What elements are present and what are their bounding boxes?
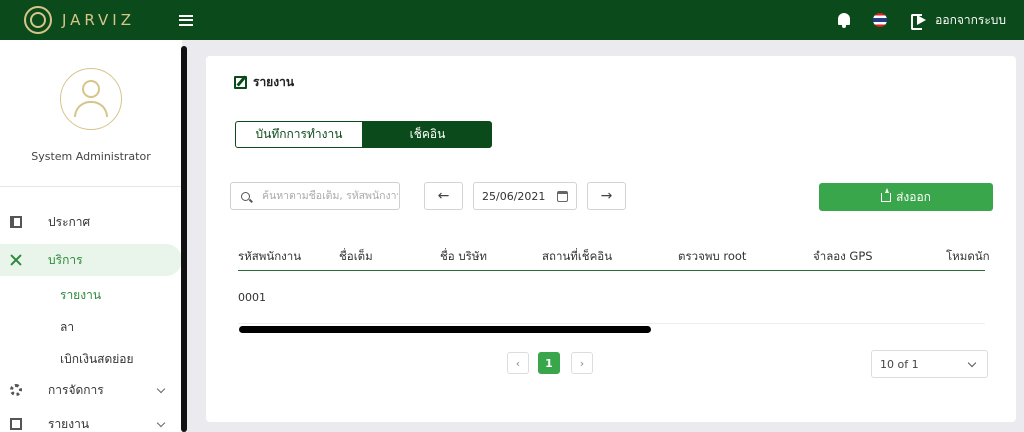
logout-label: ออกจากระบบ [935,12,1006,27]
user-name: System Administrator [31,150,151,163]
previous-date-button[interactable]: ← [424,182,463,210]
column-header[interactable]: จำลอง GPS [813,248,873,266]
sidebar-subitem-petty-cash[interactable]: เบิกเงินสดย่อย [60,350,134,369]
news-icon [10,216,22,228]
edit-report-icon [234,76,247,89]
sidebar-item-services[interactable]: บริการ [0,244,182,276]
previous-page-button[interactable]: ‹ [507,352,529,374]
sidebar-item-reports[interactable]: รายงาน [0,408,182,432]
sidebar-item-label: ประกาศ [48,214,91,229]
menu-toggle-icon[interactable] [178,14,193,26]
sidebar-subitem-report[interactable]: รายงาน [60,286,101,305]
column-header[interactable]: สถานที่เช็คอิน [542,248,612,266]
sidebar-item-management[interactable]: การจัดการ [0,374,182,406]
sidebar-item-label: การจัดการ [48,382,104,397]
calendar-icon [557,191,568,202]
page-size-select[interactable]: 10 of 1 [871,350,988,378]
export-icon [881,187,892,202]
date-value: 25/06/2021 [482,189,546,203]
arrow-left-icon: ← [437,188,450,204]
page-title-text: รายงาน [253,75,295,89]
search-box [230,182,400,210]
arrow-right-icon: → [600,188,613,204]
logo[interactable]: JARVIZ [24,6,135,34]
sidebar-item-label: บริการ [48,252,83,267]
page-size-value: 10 of 1 [880,357,919,371]
sidebar-item-announcements[interactable]: ประกาศ [0,206,182,238]
date-picker[interactable]: 25/06/2021 [473,182,577,210]
export-button[interactable]: ส่งออก [819,183,993,211]
page-title: รายงาน [234,73,294,92]
tab-work-log[interactable]: บันทึกการทำงาน [235,121,363,148]
gear-icon [10,384,22,396]
report-icon [10,418,22,430]
column-header[interactable]: โหมดนัก [946,248,990,266]
sidebar-divider [0,186,182,187]
sidebar-scrollbar[interactable] [181,46,187,432]
bell-icon[interactable] [837,12,851,28]
logout-icon [911,13,927,30]
report-card: รายงาน บันทึกการทำงาน เช็คอิน ← 25/06/20… [206,56,1016,422]
column-header[interactable]: ตรวจพบ root [678,248,746,266]
logo-icon [24,6,52,34]
table-header: รหัสพนักงาน ชื่อเต็ม ชื่อ บริษัท สถานที่… [238,244,990,271]
next-page-button[interactable]: › [571,352,593,374]
chevron-left-icon: ‹ [515,356,521,370]
table-row[interactable]: 0001 [238,284,985,324]
chevron-down-icon [967,358,977,368]
table-horizontal-scrollbar[interactable] [239,326,651,333]
logo-text: JARVIZ [62,11,135,29]
chevron-down-icon [156,384,166,394]
column-header[interactable]: ชื่อเต็ม [339,248,373,266]
chevron-down-icon [156,418,166,428]
search-icon [241,191,250,201]
sidebar: System Administrator ประกาศ บริการ รายงา… [0,40,182,432]
tools-icon [10,254,22,266]
next-date-button[interactable]: → [587,182,626,210]
avatar[interactable] [60,68,122,130]
sidebar-subitem-leave[interactable]: ลา [60,318,74,337]
employee-id-cell: 0001 [238,291,266,304]
report-type-toggle: บันทึกการทำงาน เช็คอิน [235,121,492,148]
page-number-button[interactable]: 1 [538,352,560,374]
thai-flag-icon[interactable] [873,13,888,27]
column-header[interactable]: ชื่อ บริษัท [440,248,487,266]
top-bar: JARVIZ ออกจากระบบ [0,0,1024,40]
export-label: ส่งออก [896,189,931,204]
sidebar-item-label: รายงาน [48,416,90,431]
column-header[interactable]: รหัสพนักงาน [238,248,301,266]
search-input[interactable] [262,190,398,202]
logout-button[interactable]: ออกจากระบบ [911,11,1006,30]
tab-check-in[interactable]: เช็คอิน [363,121,492,148]
chevron-right-icon: › [579,356,585,370]
